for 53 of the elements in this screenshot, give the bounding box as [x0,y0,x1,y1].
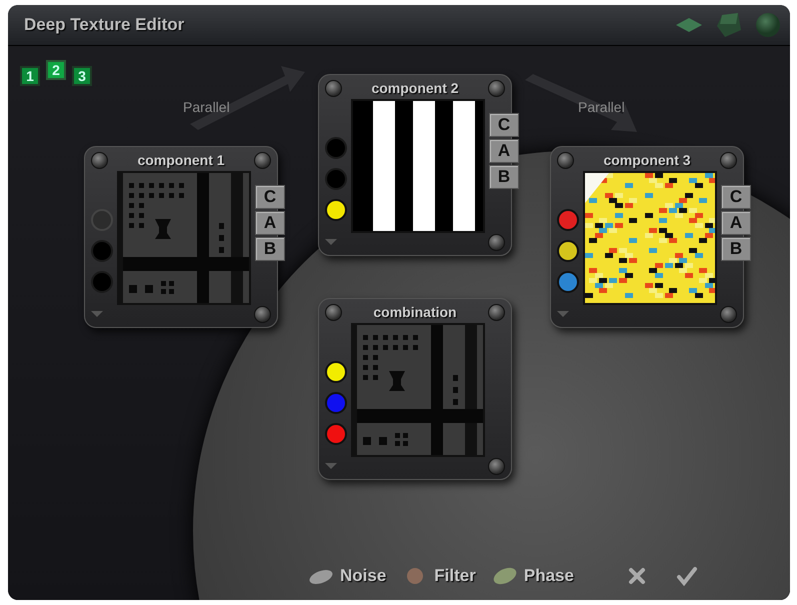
plane-view-icon[interactable] [676,18,702,32]
tool-button[interactable]: Filter [402,566,476,586]
empty-socket[interactable] [325,136,347,159]
channel-button[interactable]: B [255,236,285,261]
link-label: Parallel [578,99,625,115]
leaf-icon [492,567,518,585]
bolt-icon [325,80,342,97]
channel-button[interactable]: A [255,210,285,235]
channel-button[interactable]: C [255,184,285,209]
tool-button[interactable]: Phase [492,566,574,586]
tool-button[interactable]: Noise [308,566,386,586]
bolt-icon [254,152,271,169]
bolt-icon [325,304,342,321]
triangle-icon [325,239,337,246]
link-label: Parallel [183,99,230,115]
panel-title: component 1 [137,152,225,168]
channel-button[interactable]: C [489,112,519,137]
color-socket[interactable] [325,198,347,221]
confirm-button[interactable] [676,566,698,586]
triangle-icon [325,463,337,470]
bolt-icon [488,80,505,97]
bolt-icon [254,306,271,323]
bolt-icon [720,306,737,323]
bolt-icon [488,234,505,251]
bolt-icon [488,458,505,475]
bolt-icon [557,152,574,169]
window-title: Deep Texture Editor [24,15,184,35]
bolt-icon [91,152,108,169]
color-socket[interactable] [557,240,579,262]
stone-icon [308,567,334,585]
cancel-button[interactable] [628,567,646,585]
sphere-view-icon[interactable] [756,13,780,37]
page-tab[interactable]: 3 [72,66,92,86]
cube-view-icon[interactable] [716,12,742,38]
triangle-icon [557,311,569,318]
color-socket[interactable] [325,392,347,414]
color-socket[interactable] [557,270,579,293]
color-socket[interactable] [557,208,579,231]
page-tab[interactable]: 2 [46,60,66,80]
channel-button[interactable]: A [721,210,751,235]
panel-title: combination [373,304,457,320]
bolt-icon [720,152,737,169]
color-socket[interactable] [325,422,347,445]
bolt-icon [488,304,505,321]
channel-button[interactable]: C [721,184,751,209]
color-socket[interactable] [325,360,347,383]
panel-title: component 3 [603,152,691,168]
panel-title: component 2 [371,80,459,96]
page-tab[interactable]: 1 [20,66,40,86]
triangle-icon [91,311,103,318]
channel-button[interactable]: A [489,138,519,163]
channel-button[interactable]: B [489,164,519,189]
channel-button[interactable]: B [721,236,751,261]
